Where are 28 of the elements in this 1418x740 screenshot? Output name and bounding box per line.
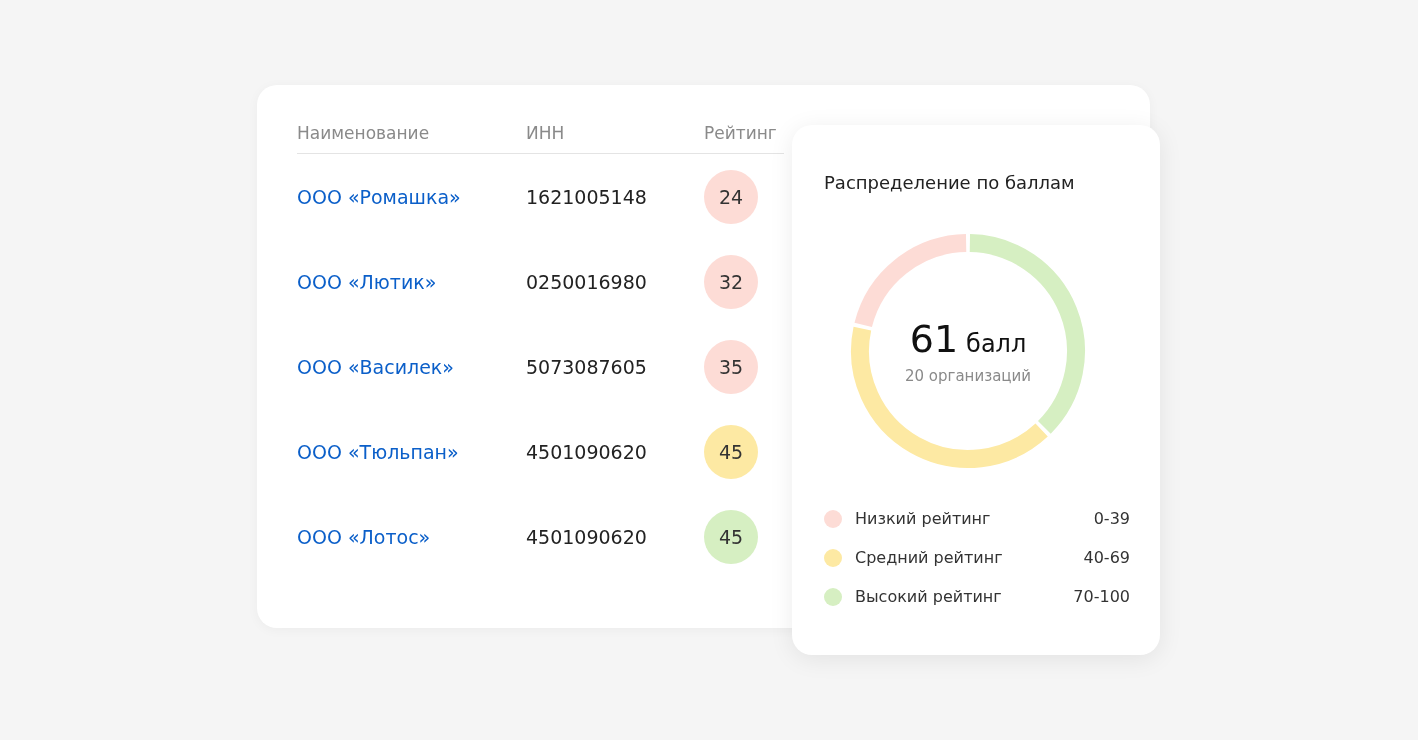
legend-label: Высокий рейтинг (855, 587, 1003, 606)
inn-cell: 4501090620 (526, 440, 647, 463)
rating-badge: 24 (704, 169, 758, 224)
rating-badge: 35 (704, 339, 758, 394)
score-value: 61 (909, 317, 959, 361)
company-link[interactable]: ООО «Ромашка» (297, 185, 461, 208)
organization-count: 20 организаций (904, 367, 1032, 385)
company-link[interactable]: ООО «Василек» (297, 355, 454, 378)
column-header: Наименование (297, 123, 526, 154)
column-header: ИНН (526, 123, 704, 154)
company-link[interactable]: ООО «Лютик» (297, 270, 437, 293)
legend-range: 70-100 (1073, 587, 1130, 606)
inn-cell: 0250016980 (526, 270, 647, 293)
rating-badge: 45 (704, 424, 758, 479)
inn-cell: 1621005148 (526, 185, 647, 208)
inn-cell: 4501090620 (526, 525, 647, 548)
rating-badge: 45 (704, 509, 758, 564)
company-link[interactable]: ООО «Тюльпан» (297, 440, 459, 463)
rating-badge: 32 (704, 254, 758, 309)
score-unit: балл (966, 330, 1027, 358)
legend-range: 0-39 (1093, 509, 1130, 528)
column-header: Рейтинг (704, 123, 784, 154)
legend-range: 40-69 (1083, 548, 1130, 567)
inn-cell: 5073087605 (526, 355, 647, 378)
chart-title: Распределение по баллам (824, 172, 1076, 193)
legend-label: Средний рейтинг (855, 548, 1004, 567)
company-link[interactable]: ООО «Лотос» (297, 525, 431, 548)
legend-label: Низкий рейтинг (855, 509, 992, 528)
